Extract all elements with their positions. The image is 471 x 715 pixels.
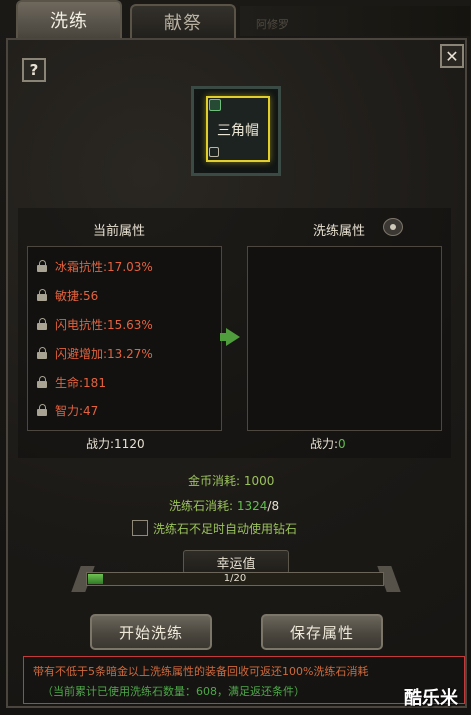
attribute-text: 闪避增加:13.27%	[55, 346, 153, 361]
attribute-row[interactable]: 生命:181	[37, 372, 106, 392]
refined-attributes-box	[247, 246, 442, 431]
stone-cost: 洗练石消耗: 1324/8	[169, 497, 279, 514]
auto-use-diamond-label: 洗练石不足时自动使用钻石	[153, 522, 298, 536]
attribute-row[interactable]: 冰霜抗性:17.03%	[37, 256, 153, 276]
auto-use-diamond-checkbox[interactable]	[132, 520, 148, 536]
refined-power-label: 战力:	[310, 437, 339, 451]
current-power: 战力:1120	[86, 435, 145, 452]
item-quality-icon	[209, 99, 221, 111]
current-attributes-title: 当前属性	[93, 224, 146, 239]
lock-icon[interactable]	[37, 260, 48, 272]
lock-icon[interactable]	[37, 404, 48, 416]
item-name: 三角帽	[217, 123, 259, 139]
stone-cost-label: 洗练石消耗:	[169, 499, 234, 513]
background-header: 阿修罗	[240, 6, 470, 36]
stone-have-value: 1324	[236, 499, 268, 513]
current-power-value: 1120	[114, 437, 145, 451]
attribute-text: 敏捷:56	[55, 288, 99, 303]
tab-refine[interactable]: 洗练	[16, 0, 122, 38]
lock-icon[interactable]	[37, 376, 48, 388]
eye-icon[interactable]	[383, 218, 403, 236]
item-lock-icon	[209, 147, 219, 157]
refine-window: 洗练 献祭 阿修罗 ? ✕ 三角帽 当前属性 洗练属性 冰霜抗性:17.03% …	[0, 0, 471, 715]
tab-sacrifice[interactable]: 献祭	[130, 4, 236, 38]
close-button[interactable]: ✕	[440, 44, 464, 68]
luck-value: 1/20	[223, 573, 247, 584]
watermark-logo: 酷乐米	[404, 688, 458, 709]
gold-cost-label: 金币消耗:	[188, 474, 241, 488]
refined-power: 战力:0	[310, 435, 346, 452]
save-attributes-button[interactable]: 保存属性	[261, 614, 383, 650]
lock-icon[interactable]	[37, 289, 48, 301]
attribute-text: 生命:181	[55, 375, 106, 390]
attribute-text: 冰霜抗性:17.03%	[55, 259, 153, 274]
luck-title: 幸运值	[216, 557, 256, 572]
lock-icon[interactable]	[37, 347, 48, 359]
stone-need-value: /8	[267, 499, 280, 513]
lock-icon[interactable]	[37, 318, 48, 330]
background-header-label: 阿修罗	[256, 18, 289, 31]
refined-power-value: 0	[338, 437, 346, 451]
attribute-row[interactable]: 敏捷:56	[37, 285, 98, 305]
current-power-label: 战力:	[86, 437, 115, 451]
attribute-text: 闪电抗性:15.63%	[55, 317, 153, 332]
refined-attributes-title: 洗练属性	[313, 224, 366, 239]
attribute-row[interactable]: 闪电抗性:15.63%	[37, 314, 153, 334]
attribute-text: 智力:47	[55, 403, 99, 418]
start-refine-button[interactable]: 开始洗练	[90, 614, 212, 650]
help-button[interactable]: ?	[22, 58, 46, 82]
gold-cost-value: 1000	[243, 474, 275, 488]
attribute-row[interactable]: 智力:47	[37, 400, 98, 420]
arrow-right-icon	[226, 328, 240, 346]
attribute-row[interactable]: 闪避增加:13.27%	[37, 343, 153, 363]
gold-cost: 金币消耗: 1000	[188, 472, 274, 489]
recycle-notice-line1: 带有不低于5条暗金以上洗练属性的装备回收可返还100%洗练石消耗	[33, 665, 369, 678]
recycle-notice-line2: （当前累计已使用洗练石数量：608，满足返还条件）	[42, 685, 305, 698]
